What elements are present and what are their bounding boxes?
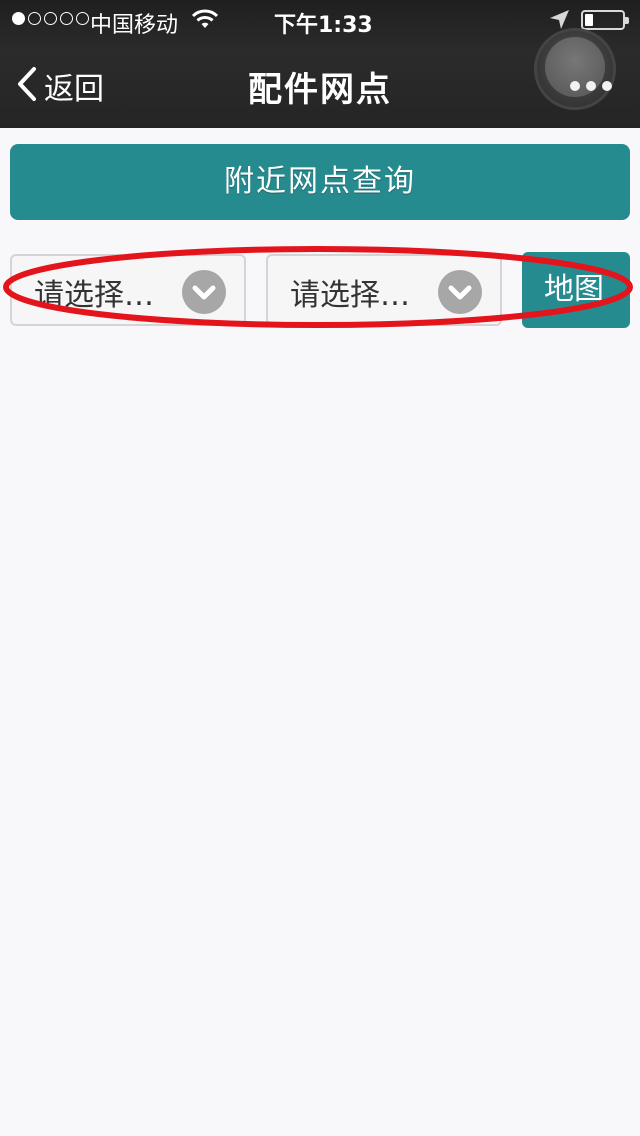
status-time: 下午1:33 <box>274 13 373 38</box>
chevron-down-icon <box>182 270 226 314</box>
map-button[interactable]: 地图 <box>522 252 630 328</box>
select-2-value: 请选择… <box>290 278 410 313</box>
more-icon <box>570 81 612 91</box>
more-button[interactable] <box>534 28 616 110</box>
nearby-search-button[interactable]: 附近网点查询 <box>10 144 630 220</box>
header: 中国移动 下午1:33 返回 配件网点 <box>0 0 640 128</box>
signal-strength-icon <box>12 12 89 25</box>
carrier-name: 中国移动 <box>90 13 179 38</box>
select-1-value: 请选择… <box>34 278 154 313</box>
region-select-2[interactable]: 请选择… <box>266 254 502 326</box>
battery-icon <box>581 10 629 30</box>
wifi-icon <box>191 8 219 36</box>
status-bar: 中国移动 下午1:33 <box>0 0 640 40</box>
chevron-down-icon <box>438 270 482 314</box>
region-select-1[interactable]: 请选择… <box>10 254 246 326</box>
